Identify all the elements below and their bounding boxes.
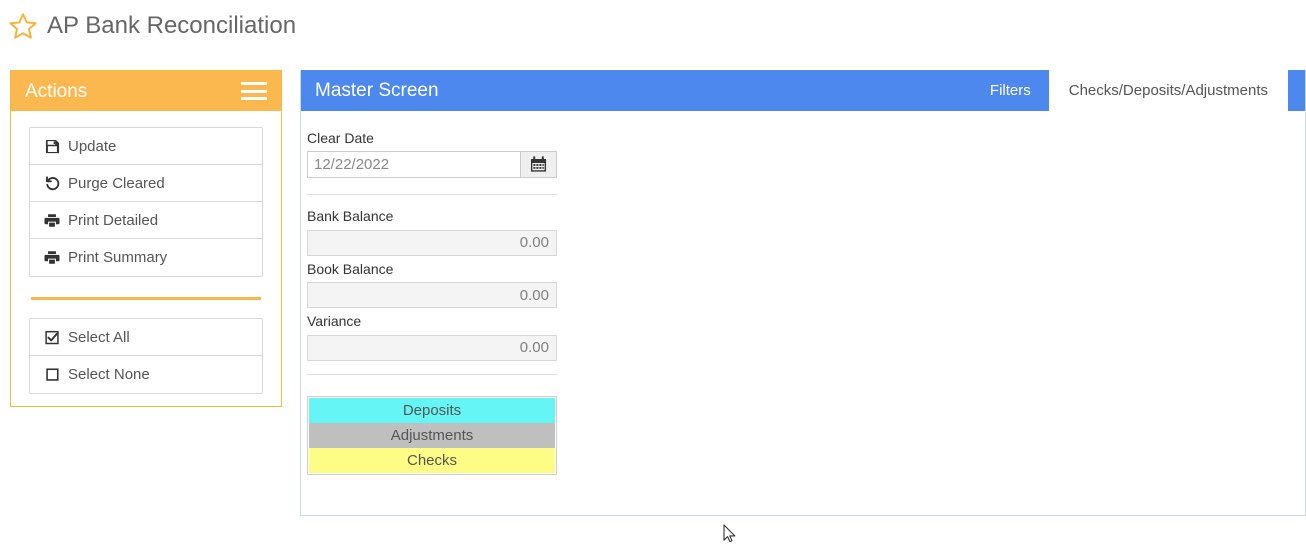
actions-divider bbox=[31, 297, 261, 300]
variance-value bbox=[307, 334, 557, 361]
divider-above-balances bbox=[307, 194, 557, 196]
purge-cleared-button-label: Purge Cleared bbox=[68, 174, 165, 192]
checkbox-checked-icon bbox=[43, 329, 61, 345]
selection-buttons-group: Select All Select None bbox=[29, 318, 263, 394]
clear-date-input-row bbox=[307, 151, 557, 179]
legend-row-deposits-label: Deposits bbox=[402, 401, 462, 419]
printer-icon bbox=[43, 250, 61, 266]
print-detailed-button[interactable]: Print Detailed bbox=[30, 202, 262, 239]
update-button-label: Update bbox=[68, 137, 117, 155]
tab-checks-deposits-adjustments[interactable]: Checks/Deposits/Adjustments bbox=[1048, 70, 1288, 111]
hamburger-menu-icon[interactable] bbox=[241, 82, 267, 100]
checkbox-empty-icon bbox=[43, 367, 61, 383]
star-outline-icon[interactable] bbox=[8, 11, 38, 41]
bank-balance-value bbox=[307, 229, 557, 256]
book-balance-label: Book Balance bbox=[307, 260, 394, 277]
actions-panel-title: Actions bbox=[25, 80, 88, 102]
clear-date-input[interactable] bbox=[307, 151, 521, 179]
variance-field: Variance bbox=[307, 313, 557, 361]
legend-row-adjustments[interactable]: Adjustments bbox=[309, 422, 555, 448]
legend-row-checks-label: Checks bbox=[406, 451, 458, 469]
page-title: AP Bank Reconciliation bbox=[47, 12, 297, 39]
book-balance-value bbox=[307, 282, 557, 309]
divider-below-balances bbox=[307, 373, 557, 375]
tab-filters-label: Filters bbox=[989, 82, 1031, 99]
master-screen-body: Clear Date 12/22/2022 Bank Balance 0.00 … bbox=[301, 111, 1305, 515]
legend-row-deposits[interactable]: Deposits bbox=[309, 397, 555, 423]
clear-date-label: Clear Date bbox=[307, 130, 374, 146]
legend-row-adjustments-label: Adjustments bbox=[390, 426, 474, 444]
action-buttons-group: Update Purge Cleared Print Detailed Prin… bbox=[29, 127, 263, 277]
actions-panel-header: Actions bbox=[11, 71, 281, 111]
select-all-button-label: Select All bbox=[68, 328, 130, 346]
actions-panel-body: Update Purge Cleared Print Detailed Prin… bbox=[11, 111, 281, 406]
legend-row-checks[interactable]: Checks bbox=[309, 447, 555, 473]
master-screen-header: Master Screen Filters Checks/Deposits/Ad… bbox=[301, 70, 1305, 111]
clear-date-field: Clear Date bbox=[307, 130, 557, 179]
tab-checks-deposits-adjustments-label: Checks/Deposits/Adjustments bbox=[1068, 82, 1268, 99]
update-button[interactable]: Update bbox=[30, 128, 262, 165]
actions-panel: Actions Update Purge Cleared Print Detai… bbox=[10, 70, 282, 407]
master-screen-panel: Master Screen Filters Checks/Deposits/Ad… bbox=[300, 70, 1306, 516]
tab-filters[interactable]: Filters bbox=[972, 70, 1049, 111]
select-none-button[interactable]: Select None bbox=[30, 356, 262, 393]
select-all-button[interactable]: Select All bbox=[30, 319, 262, 356]
printer-icon bbox=[43, 212, 61, 228]
save-floppy-icon bbox=[43, 138, 61, 154]
undo-rotate-left-icon bbox=[43, 175, 61, 191]
bank-balance-field: Bank Balance bbox=[307, 208, 557, 256]
select-none-button-label: Select None bbox=[68, 366, 150, 383]
tab-strip: Filters Checks/Deposits/Adjustments bbox=[972, 70, 1305, 111]
type-legend: Deposits Adjustments Checks bbox=[307, 395, 557, 475]
calendar-icon[interactable] bbox=[521, 151, 557, 179]
page-title-bar: AP Bank Reconciliation bbox=[8, 6, 296, 46]
variance-label: Variance bbox=[307, 313, 362, 330]
mouse-cursor bbox=[723, 524, 737, 544]
book-balance-field: Book Balance bbox=[307, 260, 557, 309]
print-detailed-button-label: Print Detailed bbox=[68, 211, 159, 229]
bank-balance-label: Bank Balance bbox=[307, 208, 394, 225]
purge-cleared-button[interactable]: Purge Cleared bbox=[30, 165, 262, 202]
master-screen-title: Master Screen bbox=[315, 79, 439, 101]
print-summary-button[interactable]: Print Summary bbox=[30, 239, 262, 276]
print-summary-button-label: Print Summary bbox=[68, 249, 168, 266]
